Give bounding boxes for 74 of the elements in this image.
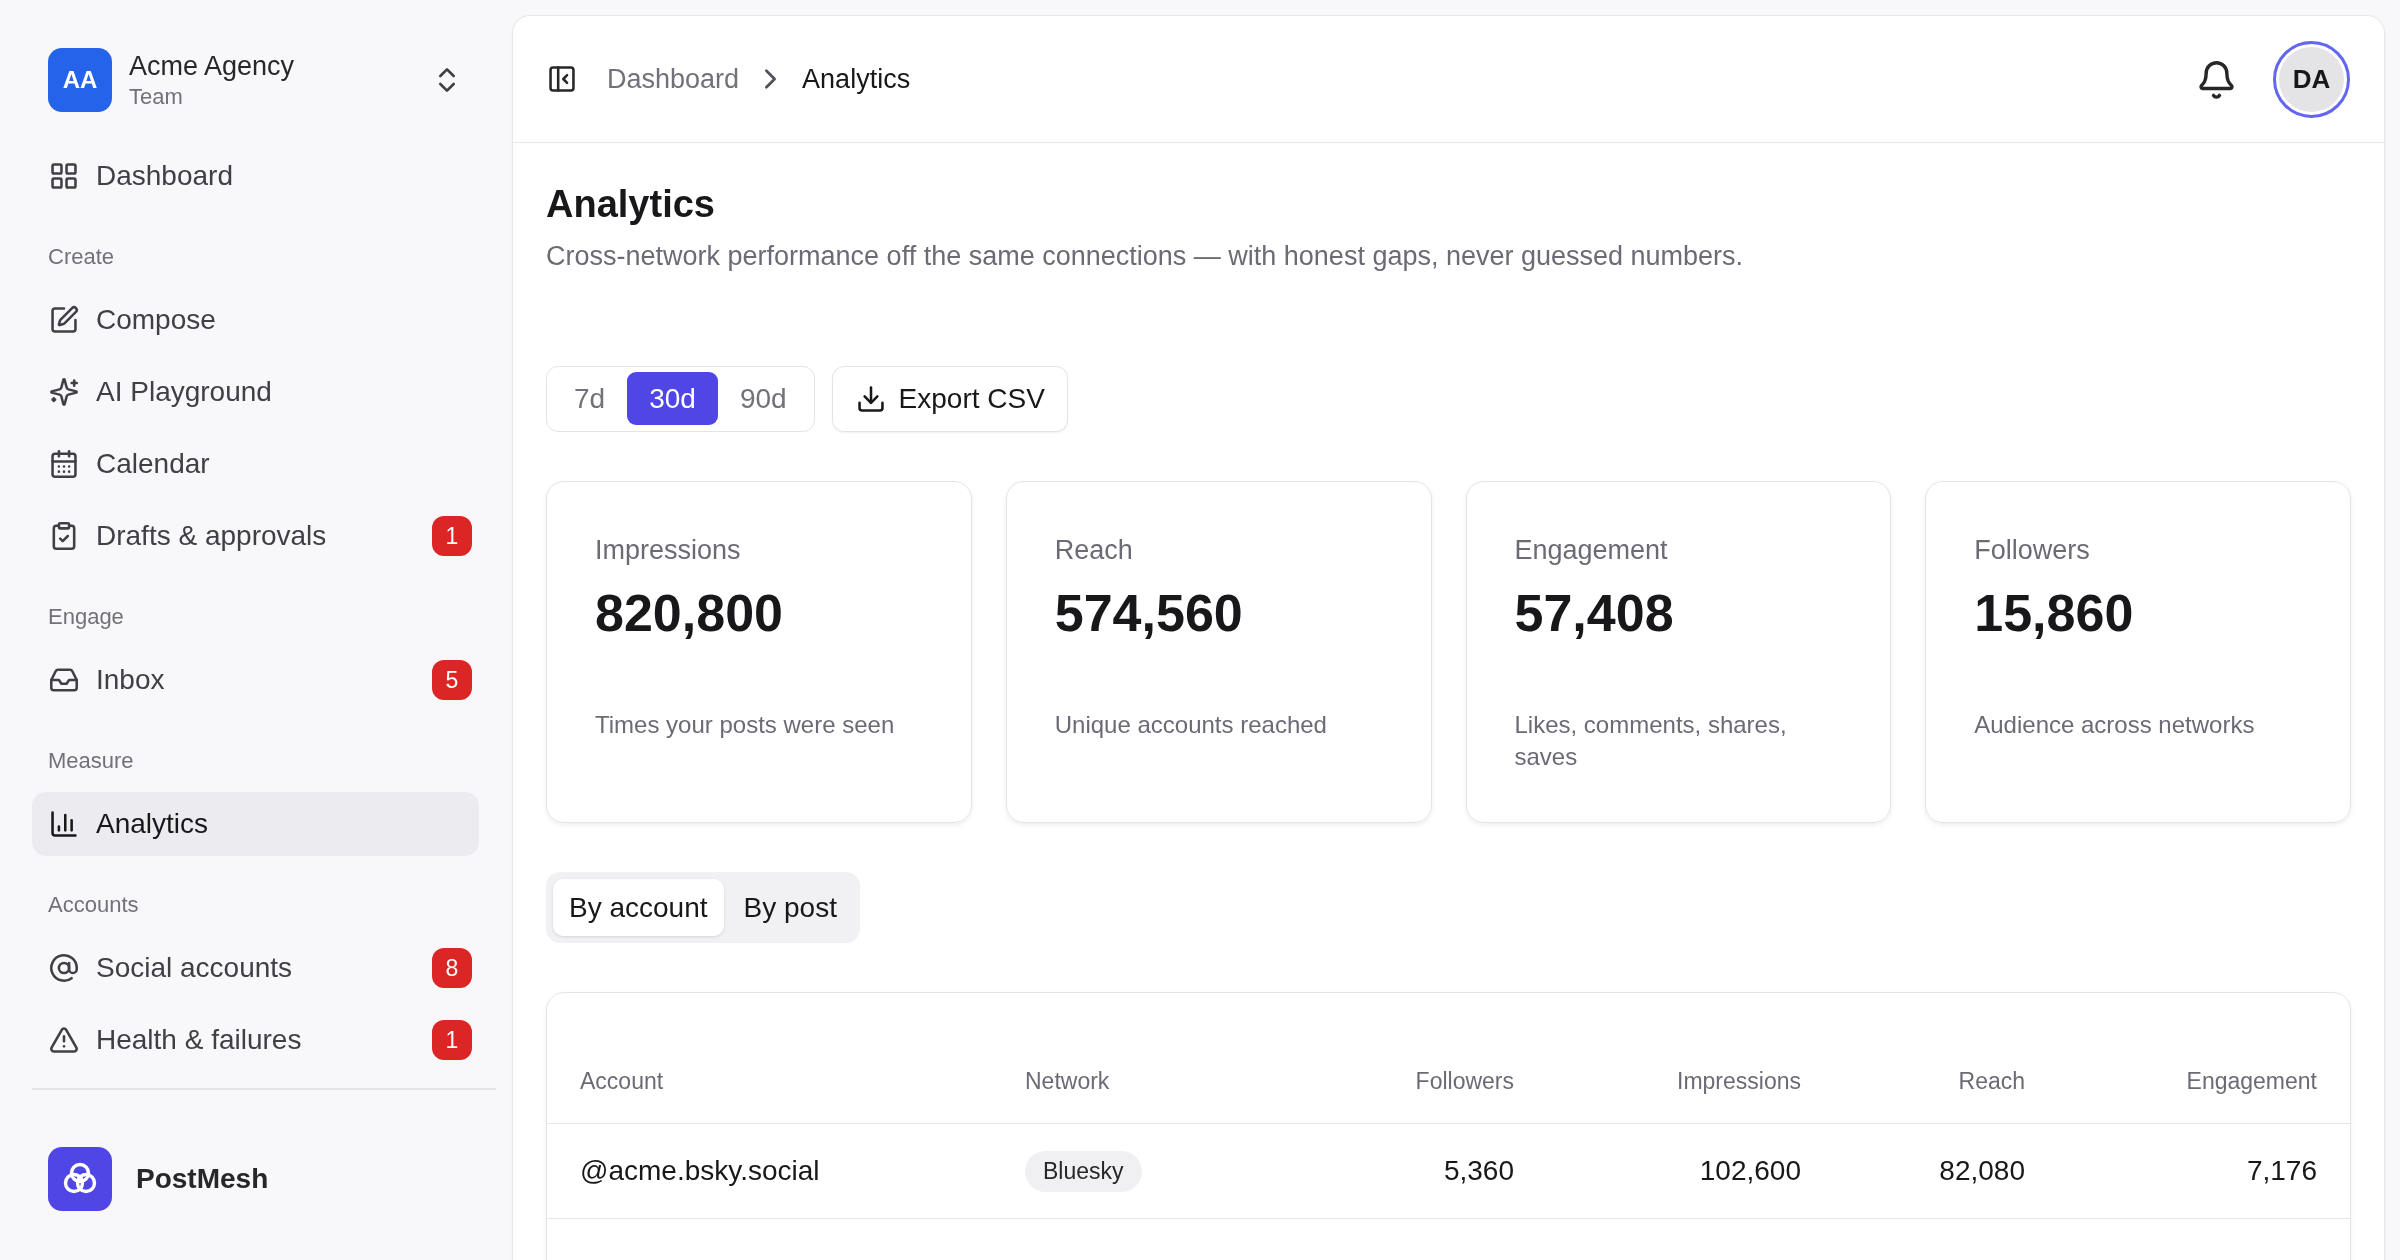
- workspace-switcher[interactable]: AA Acme Agency Team: [32, 48, 479, 112]
- rings-logo-icon: [48, 1147, 112, 1211]
- stat-description: Audience across networks: [1974, 710, 2256, 740]
- user-avatar[interactable]: DA: [2273, 40, 2350, 118]
- nav-item[interactable]: Compose: [32, 288, 479, 352]
- count-badge: 1: [432, 1020, 472, 1060]
- workspace-plan: Team: [129, 83, 183, 111]
- section-label: Accounts: [47, 891, 140, 919]
- count-badge: 5: [432, 660, 472, 700]
- page-title: Analytics: [546, 182, 715, 227]
- stat-value: 574,560: [1054, 583, 1244, 644]
- stat-label: Reach: [1054, 534, 1134, 567]
- stat-description: Times your posts were seen: [595, 710, 896, 740]
- sparkles-icon: [50, 378, 78, 406]
- calendar-icon: [50, 450, 78, 478]
- download-icon: [856, 385, 885, 413]
- table-cell-text: 82,080: [1938, 1155, 2026, 1187]
- inbox-icon: [50, 666, 78, 694]
- pencil-square-icon: [50, 306, 78, 334]
- section-label: Create: [47, 243, 116, 271]
- view-tab[interactable]: By account: [553, 879, 724, 936]
- column-header: Network: [1024, 1068, 1111, 1095]
- clipboard-check-icon: [50, 522, 78, 550]
- section-label: Measure: [47, 747, 135, 775]
- section-label: Engage: [47, 603, 125, 631]
- warning-triangle-icon: [50, 1026, 78, 1054]
- bell-icon: [2200, 60, 2233, 98]
- stat-label: Engagement: [1514, 534, 1669, 567]
- table-cell-text: @acme.bsky.social: [579, 1155, 821, 1187]
- table-cell-text: 7,176: [2245, 1155, 2318, 1187]
- chevron-right-icon: [765, 69, 777, 89]
- column-header: Followers: [1414, 1068, 1515, 1095]
- nav-item[interactable]: Dashboard: [32, 144, 479, 208]
- table-cell-text: 5,360: [1442, 1155, 1515, 1187]
- network-tag: Bluesky: [1025, 1150, 1142, 1192]
- bar-chart-icon: [50, 810, 78, 838]
- nav-item[interactable]: Social accounts 8: [32, 936, 479, 1000]
- stat-value: 57,408: [1514, 583, 1675, 644]
- nav-item[interactable]: AI Playground: [32, 360, 479, 424]
- range-option[interactable]: 7d: [552, 372, 628, 425]
- count-badge: 8: [432, 948, 472, 988]
- view-tab[interactable]: By post: [727, 879, 853, 936]
- breadcrumb-link[interactable]: Dashboard: [607, 63, 740, 95]
- notifications-button[interactable]: [2200, 60, 2233, 98]
- panel-left-icon: [548, 65, 576, 93]
- column-header: Account: [579, 1068, 665, 1095]
- stat-value: 15,860: [1974, 583, 2135, 644]
- count-badge: 1: [432, 516, 472, 556]
- sidebar-toggle-button[interactable]: [548, 65, 576, 93]
- brand-name: PostMesh: [136, 1163, 269, 1195]
- at-sign-icon: [50, 954, 78, 982]
- nav-item[interactable]: Inbox 5: [32, 648, 479, 712]
- range-option[interactable]: 30d: [627, 372, 718, 425]
- chevrons-up-down-icon: [439, 67, 455, 93]
- stat-label: Impressions: [595, 534, 742, 567]
- grid-icon: [50, 162, 78, 190]
- page-subtitle: Cross-network performance off the same connections — with honest gaps, never guessed numbers.: [546, 240, 1744, 273]
- nav-item[interactable]: Analytics: [32, 792, 479, 856]
- column-header: Impressions: [1676, 1068, 1802, 1095]
- stat-description: Unique accounts reached: [1054, 710, 1328, 740]
- breadcrumb-current: Analytics: [802, 63, 911, 95]
- table-cell-text: 102,600: [1698, 1155, 1802, 1187]
- range-option[interactable]: 90d: [717, 372, 809, 425]
- nav-item[interactable]: Calendar: [32, 432, 479, 496]
- stat-label: Followers: [1974, 534, 2091, 567]
- column-header: Reach: [1957, 1068, 2026, 1095]
- column-header: Engagement: [2185, 1068, 2318, 1095]
- nav-item[interactable]: Health & failures 1: [32, 1008, 479, 1072]
- workspace-avatar: AA: [48, 48, 112, 112]
- stat-description: Likes, comments, shares, saves: [1514, 710, 1788, 772]
- nav-item[interactable]: Drafts & approvals 1: [32, 504, 479, 568]
- workspace-name: Acme Agency: [129, 50, 295, 83]
- export-button[interactable]: Export CSV: [831, 366, 1068, 432]
- stat-value: 820,800: [595, 583, 784, 644]
